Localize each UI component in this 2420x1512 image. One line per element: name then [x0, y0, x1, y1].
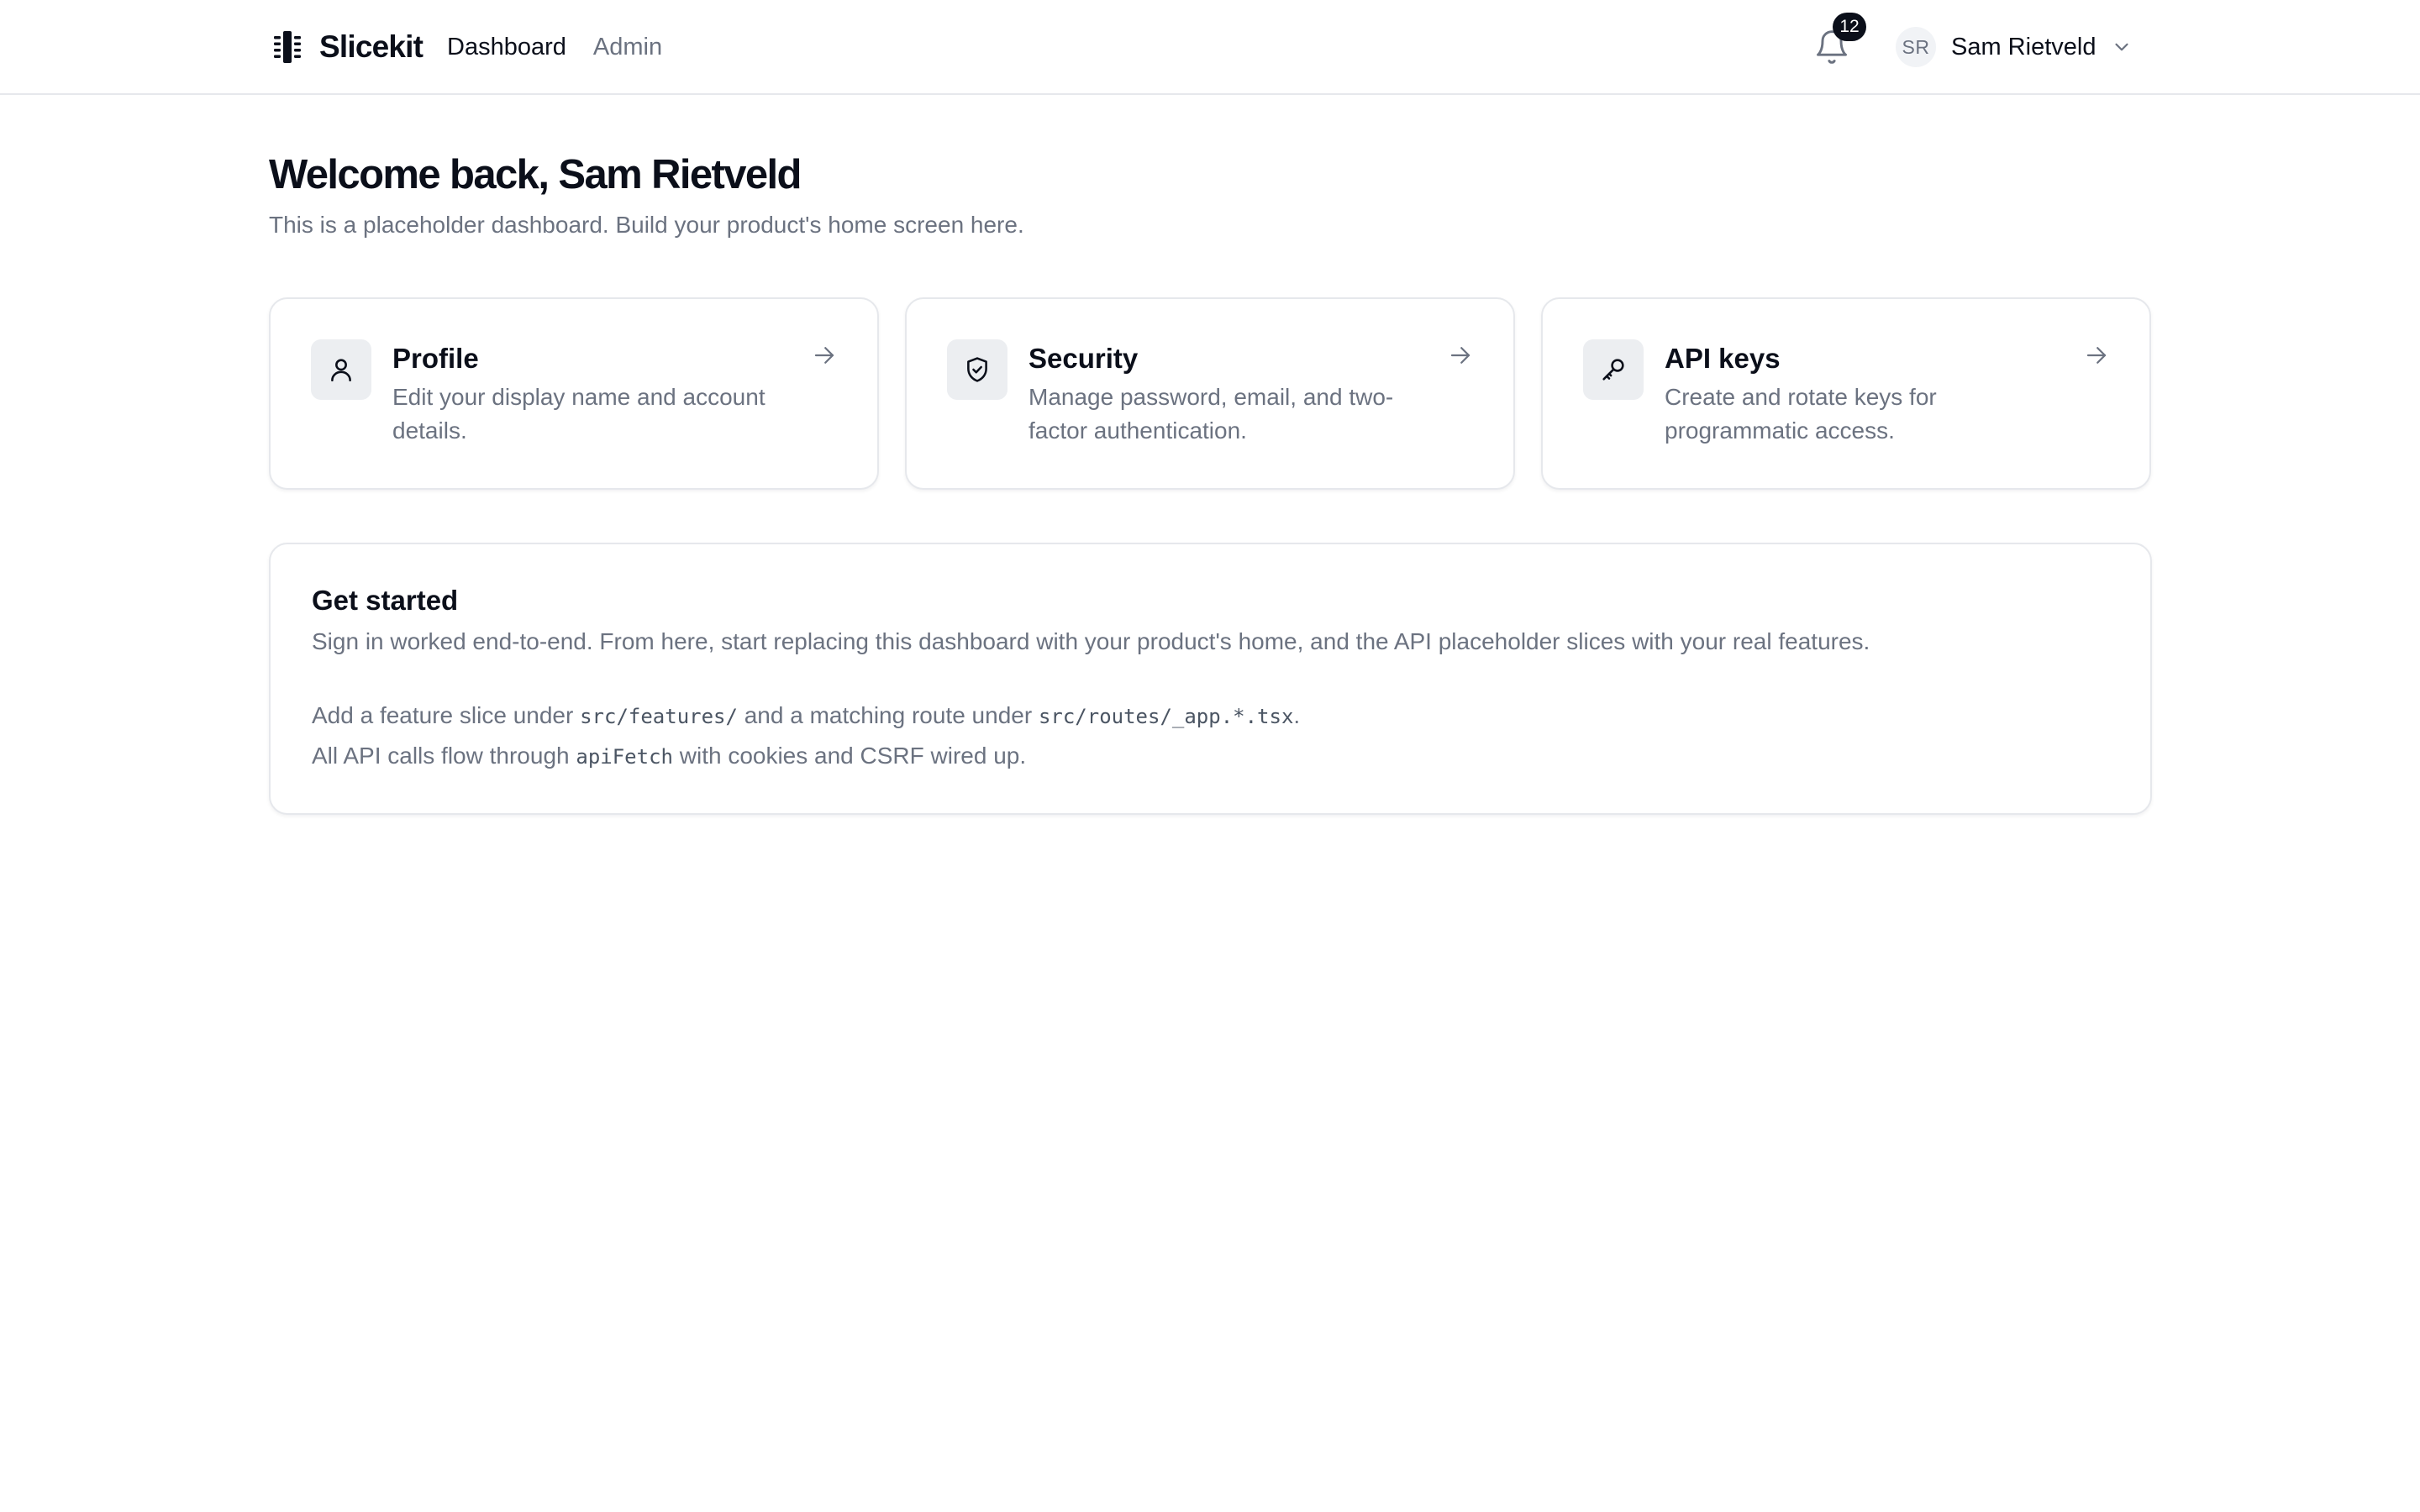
text-segment: Add a feature slice under: [312, 702, 581, 728]
text-segment: All API calls flow through: [312, 743, 576, 769]
panel-title: Get started: [312, 585, 459, 616]
security-card[interactable]: Security Manage password, email, and two…: [905, 297, 1515, 490]
api-fetch-instruction: All API calls flow through apiFetch with…: [312, 743, 1026, 769]
api-keys-card[interactable]: API keys Create and rotate keys for prog…: [1541, 297, 2151, 490]
chevron-down-icon: [2115, 43, 2129, 51]
code-routes-path: src/routes/_app.*.tsx: [1038, 705, 1294, 728]
nav-link-admin[interactable]: Admin: [593, 34, 662, 61]
feature-slice-instruction: Add a feature slice under src/features/ …: [312, 702, 1300, 729]
card-description: Edit your display name and account detai…: [392, 384, 765, 444]
user-icon: [331, 359, 351, 382]
text-segment: with cookies and CSRF wired up.: [672, 743, 1027, 769]
page-title: Welcome back, Sam Rietveld: [269, 152, 802, 197]
card-title: Security: [1028, 343, 1139, 374]
nav-link-dashboard[interactable]: Dashboard: [447, 34, 566, 61]
user-menu-button[interactable]: SR Sam Rietveld: [1896, 25, 2133, 69]
card-description: Create and rotate keys for programmatic …: [1665, 384, 1937, 444]
panel-intro: Sign in worked end-to-end. From here, st…: [312, 628, 1870, 654]
profile-card[interactable]: Profile Edit your display name and accou…: [269, 297, 879, 490]
text-segment: and a matching route under: [737, 702, 1039, 728]
card-description: Manage password, email, and two-factor a…: [1028, 384, 1394, 444]
shield-check-icon: [967, 357, 987, 382]
slicekit-logo-icon: [274, 31, 301, 63]
main-nav: Dashboard Admin: [447, 24, 662, 71]
arrow-right-icon: [812, 343, 837, 368]
card-icon-container: [1583, 339, 1644, 400]
avatar: SR: [1896, 27, 1936, 67]
notification-count-badge: 12: [1833, 13, 1866, 41]
card-title: Profile: [392, 343, 479, 374]
key-icon: [1602, 359, 1624, 381]
arrow-right-icon: [1448, 343, 1473, 368]
card-icon-container: [311, 339, 371, 400]
code-features-path: src/features/: [580, 705, 738, 728]
card-title: API keys: [1665, 343, 1781, 374]
arrow-right-icon: [2084, 343, 2109, 368]
code-apifetch: apiFetch: [576, 745, 673, 769]
get-started-panel: Get started Sign in worked end-to-end. F…: [269, 543, 2152, 815]
brand-name: Slicekit: [319, 29, 424, 64]
page-subtitle: This is a placeholder dashboard. Build y…: [269, 212, 1024, 238]
brand[interactable]: Slicekit: [269, 24, 424, 71]
user-name: Sam Rietveld: [1951, 33, 2096, 60]
text-segment: .: [1293, 702, 1301, 728]
card-icon-container: [947, 339, 1007, 400]
top-navigation-bar: Slicekit Dashboard Admin 12 SR Sam Rietv…: [0, 0, 2420, 95]
